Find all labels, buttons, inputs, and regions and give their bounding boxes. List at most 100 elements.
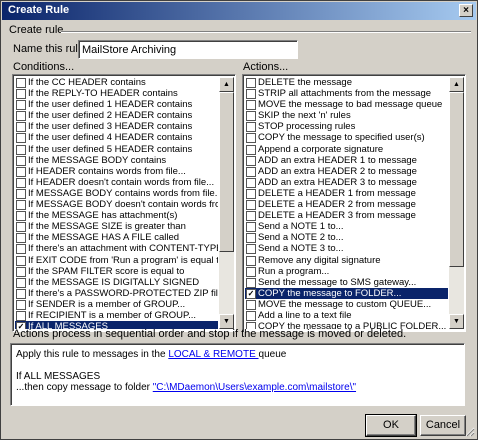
checkbox[interactable] [16,288,26,299]
queue-link[interactable]: LOCAL & REMOTE [168,349,258,360]
checkbox[interactable] [16,155,26,166]
checkbox[interactable] [246,89,256,100]
checkbox[interactable] [16,299,26,310]
action-item[interactable]: Remove any digital signature [245,255,448,266]
action-item[interactable]: Append a corporate signature [245,144,448,155]
checkbox[interactable] [16,188,26,199]
checkbox[interactable] [16,78,26,88]
condition-item[interactable]: If RECIPIENT is a member of GROUP... [15,310,218,321]
condition-item[interactable]: If the REPLY-TO HEADER contains [15,88,218,100]
action-item[interactable]: Add a line to a text file [245,310,448,321]
action-item[interactable]: Send the message to SMS gateway... [245,277,448,288]
condition-item[interactable]: If EXIT CODE from 'Run a program' is equ… [15,255,218,266]
condition-item[interactable]: If the user defined 5 HEADER contains [15,144,218,155]
condition-item[interactable]: If the SPAM FILTER score is equal to [15,266,218,277]
checkbox[interactable] [246,244,256,255]
close-button[interactable]: × [459,4,473,17]
actions-list[interactable]: DELETE the message STRIP all attachments … [242,74,466,332]
checkbox[interactable] [16,89,26,100]
checkbox[interactable] [246,233,256,244]
conditions-scrollbar[interactable]: ▲ ▼ [219,77,234,329]
checkbox[interactable] [246,133,256,144]
checkbox[interactable] [16,211,26,222]
condition-item[interactable]: If the user defined 4 HEADER contains [15,132,218,144]
ok-button[interactable]: OK [365,414,417,437]
checkbox[interactable] [16,255,26,266]
scroll-up-button[interactable]: ▲ [449,77,464,92]
title-bar[interactable]: Create Rule × [2,2,476,20]
action-item[interactable]: ADD an extra HEADER 3 to message [245,177,448,188]
condition-item[interactable]: If MESSAGE BODY doesn't contain words fr… [15,199,218,211]
action-item[interactable]: ✓ COPY the message to FOLDER... [245,287,448,299]
condition-item[interactable]: If the MESSAGE HAS A FILE called [15,232,218,244]
action-item[interactable]: ADD an extra HEADER 2 to message [245,166,448,177]
scroll-thumb[interactable] [219,92,234,252]
checkbox[interactable] [16,177,26,188]
action-item[interactable]: DELETE a HEADER 1 from message [245,188,448,199]
condition-item[interactable]: If there's a PASSWORD-PROTECTED ZIP file [15,288,218,299]
resize-grip-icon[interactable] [465,427,475,437]
condition-item[interactable]: If the user defined 2 HEADER contains [15,110,218,122]
checkbox[interactable] [246,177,256,188]
condition-item[interactable]: If the user defined 1 HEADER contains [15,99,218,111]
checkbox[interactable] [246,100,256,111]
checkbox[interactable] [246,144,256,155]
folder-link[interactable]: "C:\MDaemon\Users\example.com\mailstore\… [153,382,356,393]
action-item[interactable]: ADD an extra HEADER 1 to message [245,155,448,166]
checkbox[interactable] [16,266,26,277]
checkbox[interactable] [246,222,256,233]
checkbox[interactable] [246,166,256,177]
checkbox[interactable] [246,310,256,321]
scroll-up-button[interactable]: ▲ [219,77,234,92]
checkbox[interactable] [16,244,26,255]
checkbox[interactable] [246,200,256,211]
checkbox[interactable] [16,200,26,211]
action-item[interactable]: STRIP all attachments from the message [245,88,448,100]
checkbox[interactable] [246,78,256,88]
action-item[interactable]: STOP processing rules [245,121,448,133]
condition-item[interactable]: If there's an attachment with CONTENT-TY… [15,243,218,255]
action-item[interactable]: COPY the message to specified user(s) [245,132,448,144]
checkbox[interactable] [246,255,256,266]
checkbox[interactable] [246,111,256,122]
action-item[interactable]: MOVE the message to custom QUEUE... [245,299,448,310]
checkbox[interactable] [246,155,256,166]
checkbox[interactable] [16,144,26,155]
condition-item[interactable]: If the MESSAGE SIZE is greater than [15,221,218,233]
checkbox[interactable] [16,166,26,177]
action-item[interactable]: MOVE the message to bad message queue [245,99,448,111]
checkbox[interactable] [16,111,26,122]
scroll-down-button[interactable]: ▼ [219,314,234,329]
checkbox[interactable] [246,188,256,199]
condition-item[interactable]: If SENDER is a member of GROUP... [15,299,218,310]
scroll-down-button[interactable]: ▼ [449,314,464,329]
checkbox[interactable] [246,266,256,277]
checkbox[interactable] [16,277,26,288]
checkbox[interactable] [246,211,256,222]
checkbox[interactable] [16,310,26,321]
cancel-button[interactable]: Cancel [420,415,466,436]
rule-name-input[interactable] [78,40,298,59]
action-item[interactable]: Run a program... [245,266,448,277]
condition-item[interactable]: If the MESSAGE IS DIGITALLY SIGNED [15,277,218,288]
action-item[interactable]: Send a NOTE 1 to... [245,221,448,233]
condition-item[interactable]: If the user defined 3 HEADER contains [15,121,218,133]
checkbox[interactable] [16,122,26,133]
checkbox[interactable] [246,277,256,288]
action-item[interactable]: Send a NOTE 2 to... [245,232,448,244]
checkbox[interactable] [246,299,256,310]
action-item[interactable]: Send a NOTE 3 to... [245,243,448,255]
action-item[interactable]: DELETE a HEADER 3 from message [245,210,448,222]
action-item[interactable]: DELETE the message [245,77,448,88]
checkbox[interactable] [16,222,26,233]
checkbox[interactable] [16,133,26,144]
checkbox[interactable] [16,100,26,111]
action-item[interactable]: SKIP the next 'n' rules [245,110,448,122]
checkbox[interactable] [16,233,26,244]
condition-item[interactable]: If HEADER contains words from file... [15,166,218,177]
checkbox[interactable] [246,122,256,133]
conditions-list[interactable]: If the CC HEADER contains If the REPLY-TO… [12,74,236,332]
scroll-thumb[interactable] [449,92,464,267]
condition-item[interactable]: If MESSAGE BODY contains words from file… [15,188,218,199]
condition-item[interactable]: If HEADER doesn't contain words from fil… [15,177,218,188]
